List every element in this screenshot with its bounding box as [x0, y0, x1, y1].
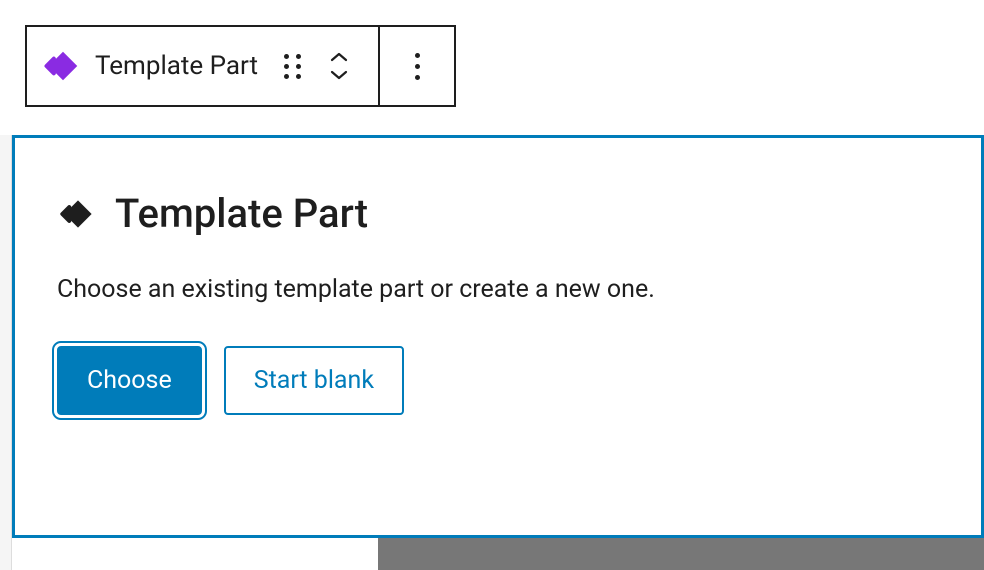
template-part-placeholder: Template Part Choose an existing templat…: [12, 135, 984, 538]
template-part-icon: [57, 193, 99, 235]
placeholder-title: Template Part: [115, 190, 368, 237]
placeholder-description: Choose an existing template part or crea…: [57, 275, 939, 304]
editor-left-margin: [0, 135, 12, 570]
move-up-button[interactable]: [330, 52, 348, 62]
block-type-label: Template Part: [95, 51, 258, 81]
start-blank-button[interactable]: Start blank: [224, 346, 404, 415]
footer-content-preview: [378, 538, 984, 570]
toolbar-group-block: Template Part: [27, 27, 378, 105]
chevron-down-icon: [330, 70, 348, 80]
move-down-button[interactable]: [330, 70, 348, 80]
choose-button[interactable]: Choose: [57, 346, 202, 415]
block-movers: [318, 52, 360, 80]
template-part-icon: [41, 44, 85, 88]
block-type-button[interactable]: [41, 44, 85, 88]
more-vertical-icon: [415, 53, 420, 80]
drag-handle[interactable]: [276, 54, 308, 78]
chevron-up-icon: [330, 52, 348, 62]
toolbar-group-more: [380, 27, 454, 105]
block-toolbar: Template Part: [25, 25, 456, 107]
placeholder-header: Template Part: [57, 190, 939, 237]
placeholder-actions: Choose Start blank: [57, 346, 939, 415]
more-options-button[interactable]: [415, 53, 420, 80]
